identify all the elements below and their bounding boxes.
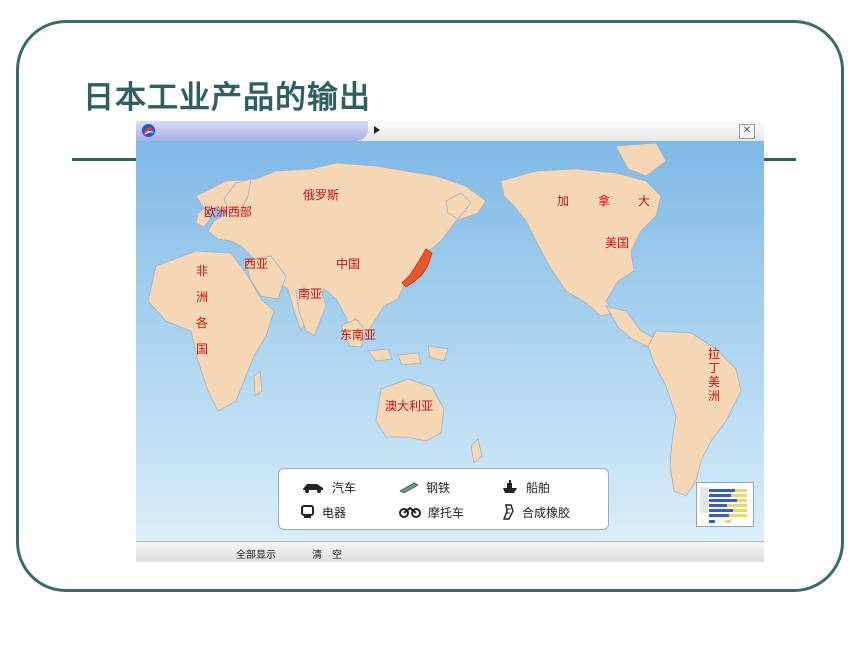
legend-label: 钢铁 [426, 480, 451, 495]
region-latin-america-char: 丁 [707, 361, 720, 375]
region-canada-1[interactable]: 加 [557, 194, 569, 208]
title-rule-left [72, 158, 138, 161]
bottom-toolbar: 全部显示 清 空 [136, 541, 764, 562]
region-africa-char: 洲 [195, 290, 208, 304]
legend-item-motorcycle[interactable]: 摩托车 [399, 503, 464, 521]
region-canada-2[interactable]: 拿 [598, 194, 610, 208]
region-west-asia[interactable]: 西亚 [244, 257, 268, 271]
region-australia[interactable]: 澳大利亚 [385, 399, 433, 413]
region-china[interactable]: 中国 [336, 257, 360, 271]
motorcycle-icon [399, 506, 421, 518]
legend-label: 船舶 [526, 480, 551, 495]
rubber-icon [502, 504, 514, 520]
region-latin-america[interactable]: 拉 丁 美 洲 [707, 347, 721, 403]
show-all-button[interactable]: 全部显示 [236, 546, 276, 561]
region-russia[interactable]: 俄罗斯 [303, 188, 339, 202]
title-rule-right [762, 158, 796, 161]
legend-item-rubber[interactable]: 合成橡胶 [501, 503, 570, 521]
legend-label: 汽车 [332, 480, 357, 495]
chart-thumbnail[interactable] [696, 482, 754, 527]
steel-icon [399, 482, 419, 493]
region-africa[interactable]: 非 洲 各 国 [195, 264, 209, 356]
legend-label: 合成橡胶 [522, 505, 571, 520]
region-latin-america-char: 美 [707, 375, 720, 389]
region-latin-america-char: 拉 [707, 347, 720, 361]
app-logo-icon [141, 123, 156, 138]
legend-item-steel[interactable]: 钢铁 [399, 478, 450, 496]
title-bar: ✕ [136, 121, 764, 142]
region-canada-3[interactable]: 大 [638, 194, 650, 208]
close-button[interactable]: ✕ [739, 124, 755, 139]
region-africa-char: 非 [195, 264, 208, 278]
region-southeast-asia[interactable]: 东南亚 [340, 328, 376, 342]
play-arrow-icon[interactable] [374, 126, 380, 134]
legend-item-appliance[interactable]: 电器 [301, 503, 346, 521]
product-legend: 汽车 钢铁 船舶 电器 摩托车 合成橡胶 [278, 468, 609, 530]
region-africa-char: 各 [195, 316, 208, 330]
legend-item-car[interactable]: 汽车 [301, 478, 356, 496]
flash-app-window: ✕ 欧洲西部 俄罗斯 加 拿 大 美国 西亚 中国 南亚 东南亚 澳大利亚 非 … [136, 121, 764, 562]
appliance-icon [301, 505, 314, 518]
ship-icon [503, 480, 517, 493]
legend-item-ship[interactable]: 船舶 [501, 478, 550, 496]
legend-label: 电器 [322, 505, 347, 520]
legend-label: 摩托车 [428, 505, 465, 520]
region-latin-america-char: 洲 [707, 389, 720, 403]
region-africa-char: 国 [195, 342, 208, 356]
title-tab [136, 121, 368, 141]
clear-button[interactable]: 清 空 [312, 546, 342, 561]
region-usa[interactable]: 美国 [605, 236, 629, 250]
bar-chart-icon [700, 487, 747, 523]
slide-title: 日本工业产品的输出 [83, 80, 371, 116]
region-europe-west[interactable]: 欧洲西部 [204, 205, 252, 219]
car-icon [303, 484, 323, 493]
region-south-asia[interactable]: 南亚 [298, 287, 322, 301]
